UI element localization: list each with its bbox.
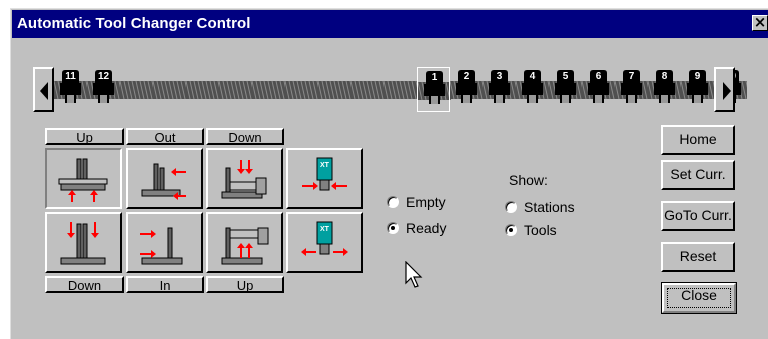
table-up-icon	[58, 158, 108, 202]
empty-station-icon	[219, 80, 252, 100]
window-title: Automatic Tool Changer Control	[17, 15, 251, 32]
label-table-up: Up	[45, 128, 124, 145]
tool-release-button[interactable]: XT	[286, 212, 363, 273]
table-out-icon	[141, 163, 186, 200]
close-button[interactable]: Close	[661, 282, 737, 314]
label-table-down: Down	[45, 276, 124, 293]
tool-slot-8[interactable]: 8	[648, 67, 681, 112]
tool-slot-5[interactable]: 5	[549, 67, 582, 112]
tool-slot-empty[interactable]	[219, 67, 252, 112]
tool-number: 1	[431, 72, 438, 83]
tool-slot-12[interactable]: 12	[87, 67, 120, 112]
spindle-up-button[interactable]	[206, 212, 283, 273]
tool-number: 8	[661, 71, 668, 82]
empty-radio-dot[interactable]	[387, 196, 399, 208]
empty-station-icon	[318, 80, 351, 100]
empty-station-icon	[384, 80, 417, 100]
tool-slot-empty[interactable]	[351, 67, 384, 112]
label-table-in: In	[126, 276, 204, 293]
spindle-down-icon	[221, 160, 267, 199]
arrow-left-icon	[40, 82, 48, 100]
tool-slot-empty[interactable]	[153, 67, 186, 112]
scroll-right-button[interactable]	[714, 67, 735, 112]
tool-clamp-button[interactable]: XT	[286, 148, 363, 209]
table-down-button[interactable]	[45, 212, 122, 273]
window-close-button[interactable]: ×	[752, 15, 768, 31]
tool-slot-empty[interactable]	[252, 67, 285, 112]
tool-slot-2[interactable]: 2	[450, 67, 483, 112]
stations-radio-dot[interactable]	[505, 201, 517, 213]
table-in-button[interactable]	[126, 212, 203, 273]
tool-slot-empty[interactable]	[318, 67, 351, 112]
reset-button[interactable]: Reset	[661, 242, 735, 272]
label-spindle-up: Up	[206, 276, 284, 293]
empty-station-icon	[351, 80, 384, 100]
empty-station-icon	[252, 80, 285, 100]
arrow-right-icon	[723, 82, 731, 100]
tools-radio-label[interactable]: Tools	[524, 222, 557, 238]
tool-slot-4[interactable]: 4	[516, 67, 549, 112]
tool-slot-9[interactable]: 9	[681, 67, 714, 112]
tool-number: 12	[97, 71, 110, 82]
empty-station-icon	[186, 80, 219, 100]
title-bar: Automatic Tool Changer Control	[12, 10, 768, 38]
home-button[interactable]: Home	[661, 125, 735, 155]
tool-carousel-strip: 111212345678910	[33, 67, 747, 112]
tool-slot-7[interactable]: 7	[615, 67, 648, 112]
ready-radio-label[interactable]: Ready	[406, 220, 446, 236]
tool-number: 2	[463, 71, 470, 82]
tools-radio-dot[interactable]	[505, 224, 517, 236]
tool-slot-6[interactable]: 6	[582, 67, 615, 112]
tool-slot-11[interactable]: 11	[54, 67, 87, 112]
empty-radio-label[interactable]: Empty	[406, 194, 446, 210]
label-spindle-down: Down	[206, 128, 284, 145]
tool-release-icon: XT	[301, 221, 348, 256]
svg-text:XT: XT	[320, 162, 330, 169]
spindle-up-icon	[221, 227, 269, 265]
tool-slot-empty[interactable]	[384, 67, 417, 112]
empty-station-icon	[153, 80, 186, 100]
goto-current-button[interactable]: GoTo Curr.	[661, 201, 735, 231]
empty-station-icon	[120, 80, 153, 100]
tool-slot-1[interactable]: 1	[417, 67, 451, 112]
set-current-button[interactable]: Set Curr.	[661, 160, 735, 190]
tool-slot-empty[interactable]	[285, 67, 318, 112]
table-out-button[interactable]	[126, 148, 203, 209]
empty-station-icon	[285, 80, 318, 100]
tool-number: 5	[562, 71, 569, 82]
table-up-button[interactable]	[45, 148, 122, 209]
tool-number: 4	[529, 71, 536, 82]
tool-clamp-icon: XT	[302, 157, 347, 191]
tool-number: 7	[628, 71, 635, 82]
mouse-pointer-icon	[405, 261, 423, 288]
tool-number: 11	[65, 71, 76, 82]
svg-text:XT: XT	[320, 226, 330, 233]
tool-number: 9	[694, 71, 701, 82]
ready-radio-dot[interactable]	[387, 222, 399, 234]
spindle-down-button[interactable]	[206, 148, 283, 209]
table-down-icon	[60, 222, 106, 265]
tool-slot-empty[interactable]	[186, 67, 219, 112]
tool-slot-3[interactable]: 3	[483, 67, 516, 112]
stations-radio-label[interactable]: Stations	[524, 199, 575, 215]
close-button-label: Close	[681, 287, 717, 303]
tool-number: 3	[496, 71, 503, 82]
show-label: Show:	[509, 172, 548, 188]
tool-slot-empty[interactable]	[120, 67, 153, 112]
label-table-out: Out	[126, 128, 204, 145]
tool-number: 6	[595, 71, 602, 82]
scroll-left-button[interactable]	[33, 67, 54, 112]
table-in-icon	[140, 227, 183, 265]
